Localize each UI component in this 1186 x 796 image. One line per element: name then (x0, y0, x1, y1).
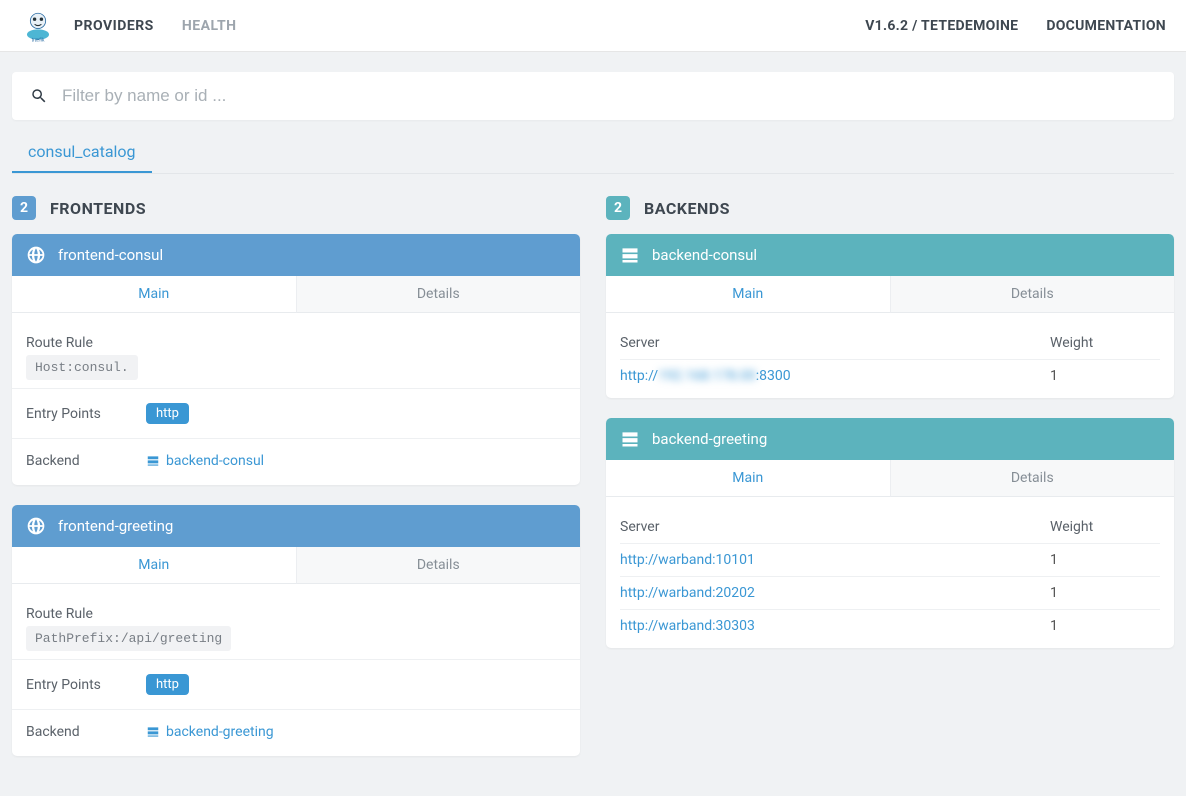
table-row: http://warband:10101 1 (620, 544, 1160, 577)
backend-link-text: backend-greeting (166, 724, 274, 740)
table-row: http://warband:30303 1 (620, 610, 1160, 643)
backend-card-header: backend-greeting (606, 418, 1174, 460)
backend-card-name: backend-greeting (652, 430, 767, 448)
top-nav: træfik PROVIDERS HEALTH V1.6.2 / TETEDEM… (0, 0, 1186, 52)
entry-point-pill: http (146, 674, 189, 695)
server-url-link[interactable]: http://warband:20202 (620, 585, 755, 601)
backend-link[interactable]: backend-consul (146, 453, 264, 469)
table-row: http://warband:20202 1 (620, 577, 1160, 610)
frontend-tab-main[interactable]: Main (12, 547, 296, 584)
frontend-card-name: frontend-greeting (58, 517, 173, 535)
backend-label: Backend (26, 724, 146, 740)
search-icon (30, 87, 48, 105)
nav-version[interactable]: V1.6.2 / TETEDEMOINE (865, 18, 1018, 34)
backend-tab-main[interactable]: Main (606, 276, 890, 313)
backend-tab-details[interactable]: Details (890, 276, 1175, 313)
server-url-link[interactable]: http://192.168.178.00:8300 (620, 368, 791, 384)
backend-label: Backend (26, 453, 146, 469)
frontend-tab-details[interactable]: Details (296, 276, 581, 313)
frontend-card-header: frontend-greeting (12, 505, 580, 547)
table-row: http://192.168.178.00:8300 1 (620, 360, 1160, 393)
server-url-link[interactable]: http://warband:10101 (620, 552, 755, 568)
server-icon (146, 454, 160, 468)
route-rule-label: Route Rule (26, 335, 146, 351)
backends-title: BACKENDS (644, 199, 730, 218)
frontends-count-badge: 2 (12, 196, 36, 220)
route-rule-value: Host:consul. (26, 355, 138, 380)
server-icon (146, 725, 160, 739)
entry-points-label: Entry Points (26, 677, 146, 693)
traefik-logo: træfik (20, 8, 56, 44)
filter-bar (12, 72, 1174, 120)
server-weight: 1 (1050, 610, 1160, 643)
route-rule-label: Route Rule (26, 606, 146, 622)
backend-card-name: backend-consul (652, 246, 757, 264)
provider-tabs: consul_catalog (12, 130, 1174, 174)
frontends-title: FRONTENDS (50, 199, 146, 218)
frontends-column: 2 FRONTENDS frontend-consul Main Details… (12, 196, 580, 776)
backends-count-badge: 2 (606, 196, 630, 220)
entry-points-label: Entry Points (26, 406, 146, 422)
weight-column-header: Weight (1050, 509, 1160, 544)
server-url-link[interactable]: http://warband:30303 (620, 618, 755, 634)
globe-icon (26, 245, 46, 265)
weight-column-header: Weight (1050, 325, 1160, 360)
backend-card: backend-greeting Main Details Server Wei… (606, 418, 1174, 648)
server-weight: 1 (1050, 544, 1160, 577)
globe-icon (26, 516, 46, 536)
backend-link[interactable]: backend-greeting (146, 724, 274, 740)
frontend-card-header: frontend-consul (12, 234, 580, 276)
frontend-tab-main[interactable]: Main (12, 276, 296, 313)
server-stack-icon (620, 245, 640, 265)
servers-table: Server Weight http://192.168.178.00:8300… (620, 325, 1160, 392)
server-stack-icon (620, 429, 640, 449)
svg-text:træfik: træfik (32, 37, 45, 43)
frontend-card-name: frontend-consul (58, 246, 163, 264)
servers-table: Server Weight http://warband:10101 1 htt… (620, 509, 1160, 642)
backend-link-text: backend-consul (166, 453, 264, 469)
nav-health[interactable]: HEALTH (182, 18, 237, 34)
server-column-header: Server (620, 509, 1050, 544)
backend-tab-details[interactable]: Details (890, 460, 1175, 497)
provider-tab-consul-catalog[interactable]: consul_catalog (12, 130, 152, 173)
filter-input[interactable] (62, 86, 1156, 106)
server-weight: 1 (1050, 577, 1160, 610)
entry-point-pill: http (146, 403, 189, 424)
frontend-card: frontend-consul Main Details Route Rule … (12, 234, 580, 485)
route-rule-value: PathPrefix:/api/greeting (26, 626, 231, 651)
frontend-tab-details[interactable]: Details (296, 547, 581, 584)
nav-providers[interactable]: PROVIDERS (74, 18, 154, 34)
server-column-header: Server (620, 325, 1050, 360)
server-weight: 1 (1050, 360, 1160, 393)
backend-tab-main[interactable]: Main (606, 460, 890, 497)
frontend-card: frontend-greeting Main Details Route Rul… (12, 505, 580, 756)
backend-card: backend-consul Main Details Server Weigh… (606, 234, 1174, 398)
backends-column: 2 BACKENDS backend-consul Main Details (606, 196, 1174, 776)
nav-documentation[interactable]: DOCUMENTATION (1046, 18, 1166, 34)
backend-card-header: backend-consul (606, 234, 1174, 276)
